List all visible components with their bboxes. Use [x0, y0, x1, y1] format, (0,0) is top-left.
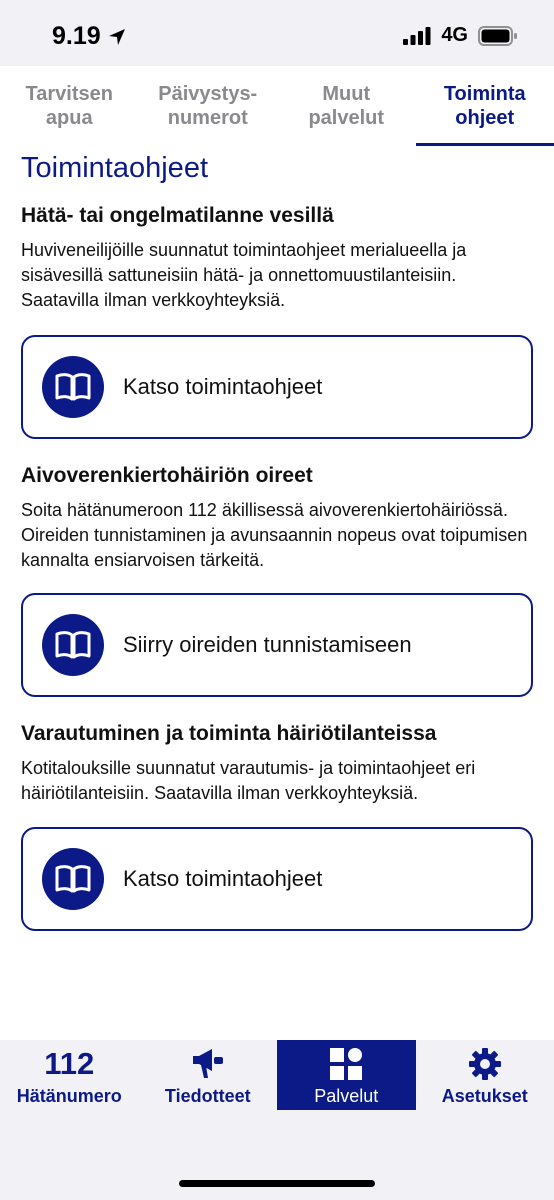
location-arrow-icon: [108, 28, 125, 45]
status-time: 9.19: [52, 22, 127, 51]
network-type: 4G: [441, 24, 468, 46]
page-title: Toimintaohjeet: [21, 152, 208, 184]
bottom-nav: 112 Hätänumero Tiedotteet Palvelut Asetu…: [0, 1040, 554, 1110]
button-label: Katso toimintaohjeet: [123, 866, 323, 891]
megaphone-icon: [190, 1046, 226, 1082]
nav-label: Palvelut: [314, 1086, 379, 1106]
nav-emergency-number[interactable]: 112 Hätänumero: [0, 1040, 139, 1110]
gear-icon: [468, 1046, 502, 1082]
section-title-stroke: Aivoverenkiertohäiriön oireet: [21, 464, 313, 487]
nav-label: Tiedotteet: [164, 1086, 251, 1106]
tab-need-help[interactable]: Tarvitsen apua: [0, 66, 139, 146]
signal-bars-icon: [403, 26, 431, 45]
button-label: Katso toimintaohjeet: [123, 374, 323, 399]
battery-icon: [478, 25, 517, 46]
book-icon: [42, 356, 104, 418]
clock-text: 9.19: [52, 22, 101, 50]
nav-settings[interactable]: Asetukset: [416, 1040, 554, 1110]
status-indicators: 4G: [403, 24, 518, 47]
top-tab-bar: Tarvitsen apua Päivystys- numerot Muut p…: [0, 66, 554, 146]
tab-instructions[interactable]: Toiminta ohjeet: [415, 66, 554, 146]
nav-label: Asetukset: [441, 1086, 528, 1106]
identify-symptoms-button[interactable]: Siirry oireiden tunnistamiseen: [21, 593, 533, 697]
main-content[interactable]: Toimintaohjeet Hätä- tai ongelmatilanne …: [0, 146, 554, 1040]
nav-label: Hätänumero: [16, 1086, 122, 1106]
section-text-preparedness: Kotitalouksille suunnatut varautumis- ja…: [21, 758, 476, 803]
section-title-preparedness: Varautuminen ja toiminta häiriötilanteis…: [21, 722, 437, 745]
services-grid-icon: [329, 1046, 363, 1082]
book-icon: [42, 614, 104, 676]
section-title-water: Hätä- tai ongelmatilanne vesillä: [21, 204, 334, 227]
home-indicator[interactable]: [179, 1180, 375, 1187]
tab-other-services[interactable]: Muut palvelut: [277, 66, 416, 146]
section-text-water: Huviveneilijöille suunnatut toimintaohje…: [21, 240, 467, 310]
book-icon: [42, 848, 104, 910]
tab-emergency-numbers[interactable]: Päivystys- numerot: [139, 66, 278, 146]
view-water-instructions-button[interactable]: Katso toimintaohjeet: [21, 335, 533, 439]
nav-services[interactable]: Palvelut: [277, 1040, 416, 1110]
nav-announcements[interactable]: Tiedotteet: [139, 1040, 278, 1110]
status-bar: 9.19 4G: [0, 0, 554, 66]
view-preparedness-instructions-button[interactable]: Katso toimintaohjeet: [21, 827, 533, 931]
button-label: Siirry oireiden tunnistamiseen: [123, 632, 412, 657]
emergency-number-icon: 112: [44, 1046, 95, 1081]
section-text-stroke: Soita hätänumeroon 112 äkillisessä aivov…: [21, 500, 528, 570]
